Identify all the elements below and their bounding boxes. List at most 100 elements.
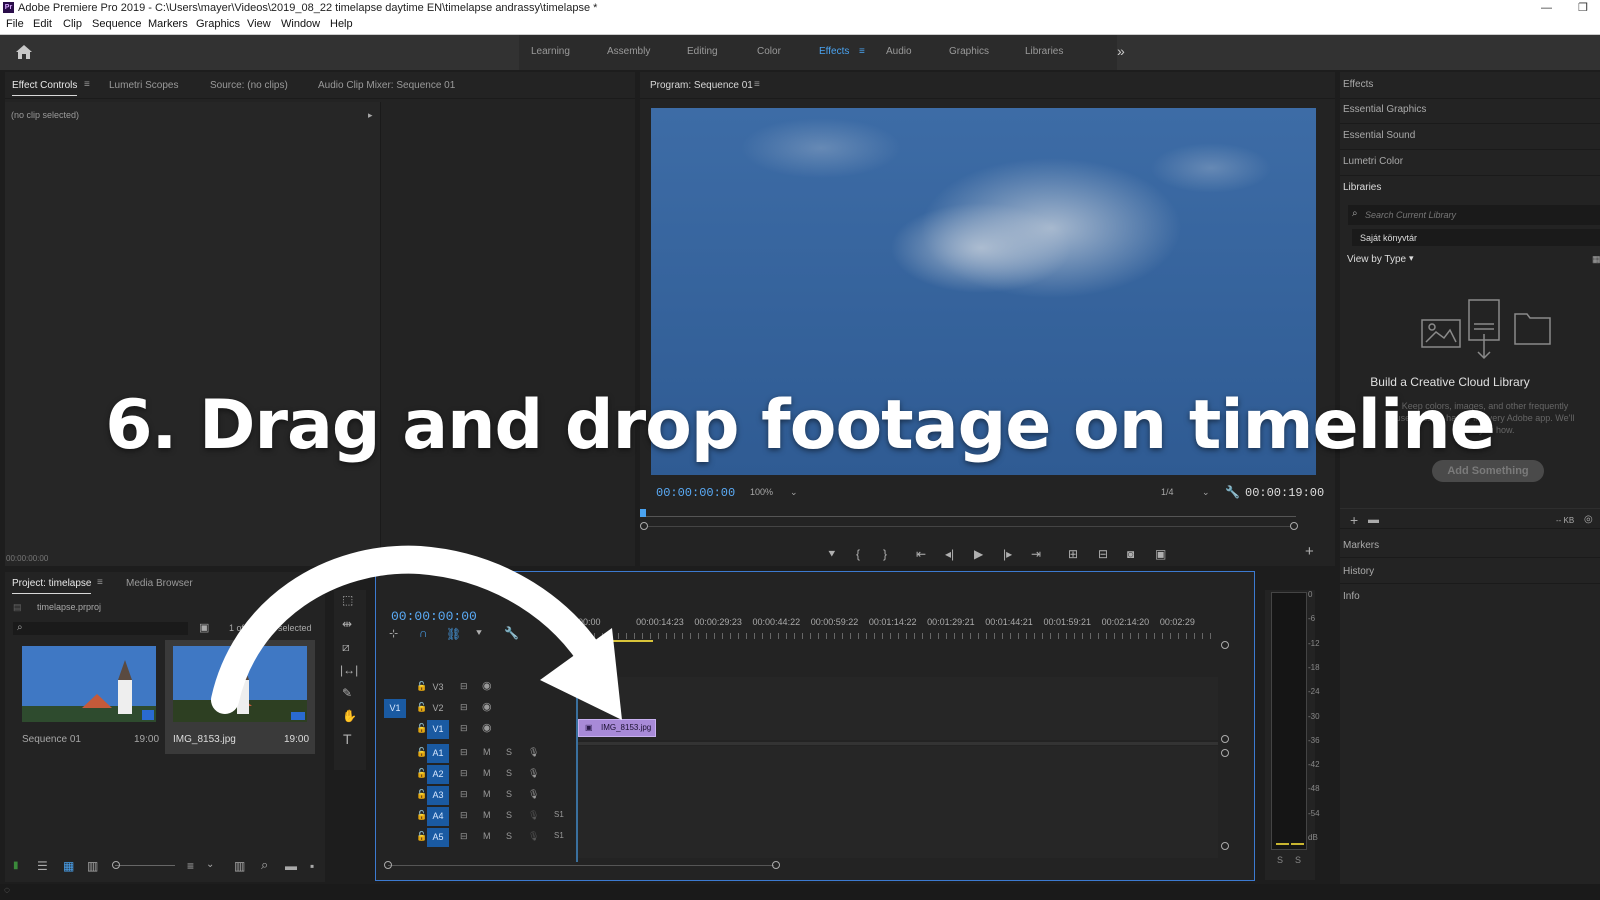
h-scroll-handle-left[interactable] [384, 861, 392, 869]
icon-view-icon[interactable]: ▦ [63, 859, 74, 873]
h-scroll-handle-right[interactable] [772, 861, 780, 869]
project-search-input[interactable]: ⌕ [13, 622, 188, 635]
restore-icon[interactable]: ❐ [1578, 0, 1588, 16]
audio-tracks-area[interactable] [578, 746, 1218, 858]
zoom-handle-right[interactable] [1290, 522, 1298, 530]
zoom-select[interactable]: 100% [750, 487, 773, 497]
thumbnail-size-slider[interactable] [115, 865, 175, 866]
slider-handle[interactable] [112, 861, 120, 869]
tab-project[interactable]: Project: timelapse [12, 578, 92, 594]
home-icon[interactable] [15, 44, 33, 60]
program-current-timecode[interactable]: 00:00:00:00 [656, 486, 735, 500]
play-icon[interactable]: ▶ [974, 548, 983, 560]
v-scroll-handle-mid[interactable] [1221, 735, 1229, 743]
v-scroll-handle-audio[interactable] [1221, 749, 1229, 757]
step-back-icon[interactable]: ◂| [945, 548, 954, 560]
expand-arrow-icon[interactable]: ▸ [368, 110, 373, 121]
menu-view[interactable]: View [247, 18, 271, 30]
step-forward-icon[interactable]: |▸ [1003, 548, 1012, 560]
tab-lumetri-scopes[interactable]: Lumetri Scopes [109, 80, 178, 91]
ws-menu-icon[interactable]: ≡ [859, 46, 865, 57]
track-select-tool-icon[interactable]: ⬚ [342, 594, 353, 606]
add-library-plus-icon[interactable]: + [1350, 512, 1358, 528]
track-target-v3[interactable]: V3 [427, 678, 449, 697]
sort-chevron-down-icon[interactable]: ⌄ [206, 859, 214, 870]
sync-lock-icon[interactable]: ⊟ [460, 747, 468, 758]
v-scroll-handle-top[interactable] [1221, 641, 1229, 649]
lift-icon[interactable]: ⊞ [1068, 548, 1078, 560]
export-frame-icon[interactable]: ◙ [1127, 548, 1134, 560]
tab-media-browser[interactable]: Media Browser [126, 578, 193, 589]
ws-tab-effects[interactable]: Effects [819, 46, 849, 57]
menu-graphics[interactable]: Graphics [196, 18, 240, 30]
voiceover-mic-icon[interactable]: 🎙 [528, 810, 539, 821]
slip-tool-icon[interactable]: |↔| [340, 664, 358, 676]
resolution-chevron-down-icon[interactable]: ⌄ [1202, 487, 1210, 498]
ws-tab-learning[interactable]: Learning [531, 46, 570, 57]
track-target-a5[interactable]: A5 [427, 828, 449, 847]
program-time-ruler[interactable] [643, 516, 1296, 517]
view-by-chevron-down-icon[interactable]: ▾ [1409, 253, 1414, 264]
list-view-icon[interactable]: ☰ [37, 859, 48, 873]
voiceover-mic-icon[interactable]: 🎙 [528, 747, 539, 758]
linked-selection-icon[interactable]: ⛓ [446, 628, 461, 640]
solo-button[interactable]: S [506, 789, 512, 799]
add-marker-icon[interactable]: ⯆ [475, 628, 483, 640]
mute-button[interactable]: M [483, 789, 491, 799]
track-lock-icon[interactable]: 🔓 [416, 723, 427, 734]
library-search-input[interactable]: Search Current Library [1365, 210, 1456, 220]
history-item[interactable]: History [1343, 566, 1374, 577]
type-tool-icon[interactable]: T [343, 732, 352, 746]
menu-markers[interactable]: Markers [148, 18, 188, 30]
tab-effect-controls[interactable]: Effect Controls [12, 80, 78, 96]
go-to-in-icon[interactable]: ⇤ [916, 548, 926, 560]
track-lock-icon[interactable]: 🔓 [416, 810, 427, 821]
ws-tab-color[interactable]: Color [757, 46, 781, 57]
menu-help[interactable]: Help [330, 18, 353, 30]
menu-sequence[interactable]: Sequence [92, 18, 142, 30]
menu-clip[interactable]: Clip [63, 18, 82, 30]
menu-window[interactable]: Window [281, 18, 320, 30]
tab-menu-icon[interactable]: ≡ [84, 79, 90, 90]
voiceover-mic-icon[interactable]: 🎙 [528, 831, 539, 842]
voiceover-mic-icon[interactable]: 🎙 [528, 789, 539, 800]
ripple-edit-tool-icon[interactable]: ⇹ [342, 618, 352, 630]
timeline-clip[interactable]: ▣ IMG_8153.jpg [578, 719, 656, 737]
cloud-sync-icon[interactable]: ◎ [1584, 514, 1593, 525]
lock-icon[interactable]: ▮ [13, 860, 19, 871]
library-search-box[interactable]: ⌕ Search Current Library [1348, 205, 1600, 225]
lumetri-color-item[interactable]: Lumetri Color [1343, 156, 1403, 167]
eye-icon[interactable]: ◉ [482, 700, 492, 713]
effects-panel-item[interactable]: Effects [1343, 79, 1373, 90]
track-target-a4[interactable]: A4 [427, 807, 449, 826]
go-to-out-icon[interactable]: ⇥ [1031, 548, 1041, 560]
solo-button[interactable]: S [506, 831, 512, 841]
markers-item[interactable]: Markers [1343, 540, 1379, 551]
program-playhead[interactable] [640, 509, 646, 517]
solo-left-button[interactable]: S [1277, 855, 1283, 865]
mute-button[interactable]: M [483, 810, 491, 820]
menu-edit[interactable]: Edit [33, 18, 52, 30]
track-divider[interactable] [578, 742, 1218, 745]
track-target-v1[interactable]: V1 [427, 720, 449, 739]
essential-sound-item[interactable]: Essential Sound [1343, 130, 1415, 141]
hand-tool-icon[interactable]: ✋ [342, 710, 357, 722]
zoom-chevron-down-icon[interactable]: ⌄ [790, 487, 798, 498]
minimize-icon[interactable]: — [1541, 0, 1552, 16]
track-lock-icon[interactable]: 🔓 [416, 768, 427, 779]
eye-icon[interactable]: ◉ [482, 721, 492, 734]
grid-view-icon[interactable]: ▦ [1592, 254, 1600, 265]
nest-sequence-icon[interactable]: ⊹ [389, 628, 398, 640]
sort-icon[interactable]: ≡ [187, 859, 194, 873]
menu-file[interactable]: File [6, 18, 24, 30]
track-lock-icon[interactable]: 🔓 [416, 747, 427, 758]
new-bin-icon[interactable]: ▣ [199, 621, 209, 634]
voiceover-mic-icon[interactable]: 🎙 [528, 768, 539, 779]
snap-icon[interactable]: ∩ [419, 627, 428, 639]
extract-icon[interactable]: ⊟ [1098, 548, 1108, 560]
track-lock-icon[interactable]: 🔓 [416, 702, 427, 713]
ws-tab-graphics[interactable]: Graphics [949, 46, 989, 57]
sync-lock-icon[interactable]: ⊟ [460, 810, 468, 821]
view-by-type-select[interactable]: View by Type [1347, 254, 1406, 265]
timeline-timecode[interactable]: 00:00:00:00 [391, 609, 477, 624]
